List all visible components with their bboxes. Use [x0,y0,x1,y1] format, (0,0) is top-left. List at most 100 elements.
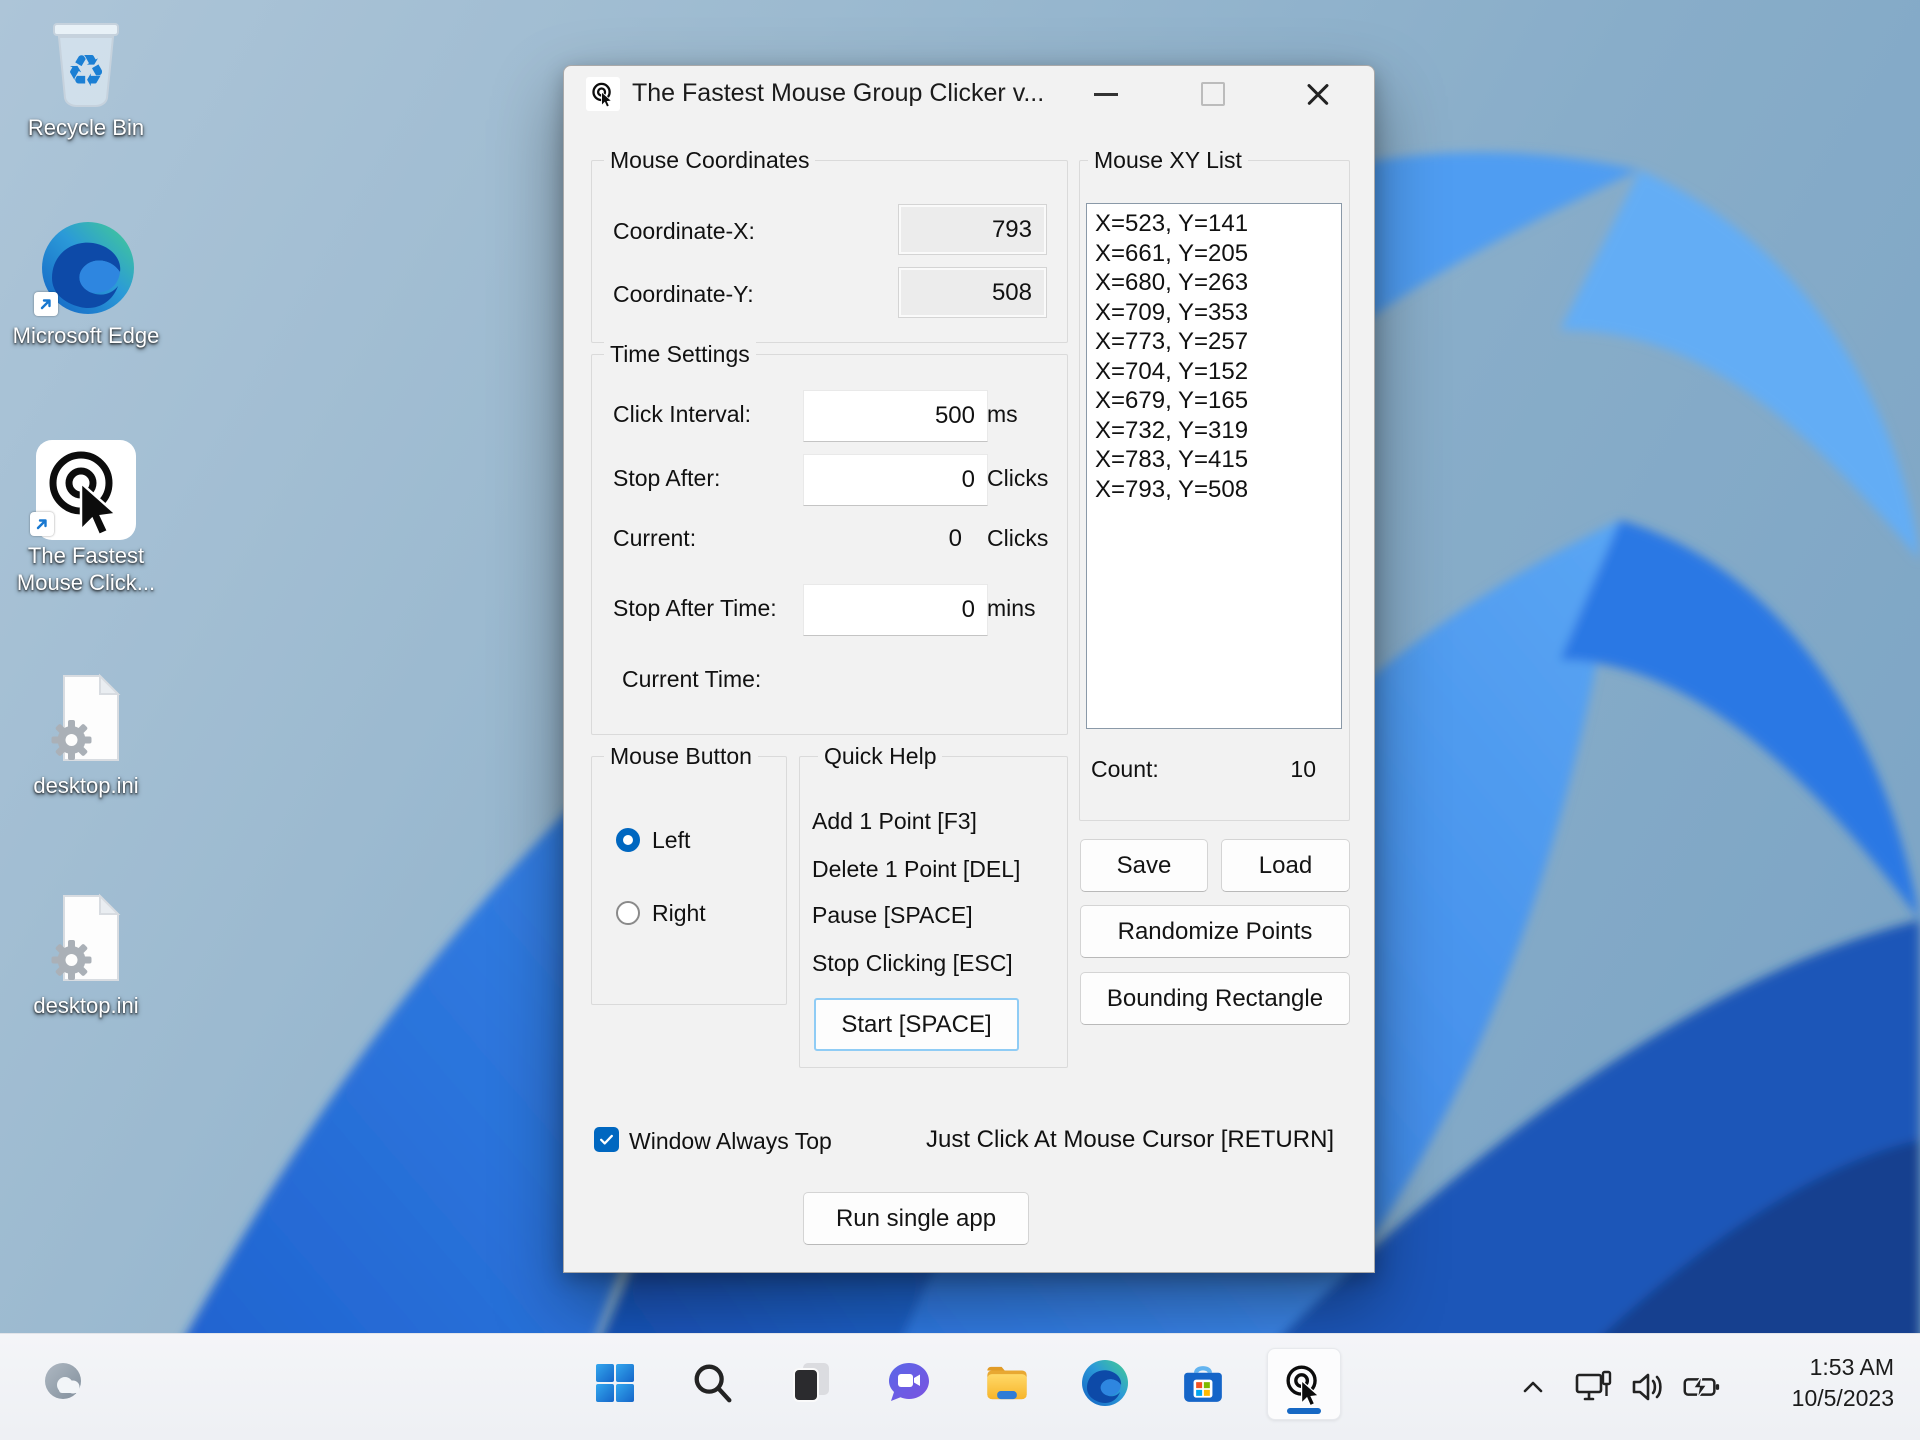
click-interval-unit: ms [987,401,1018,427]
desktop-icon-label: Recycle Bin [27,115,145,140]
list-item[interactable]: X=704, Y=152 [1095,357,1341,387]
chevron-up-icon [1523,1381,1543,1393]
app-logo-icon [586,77,620,111]
mouse-clicker-taskbar-button[interactable] [1267,1348,1341,1420]
coordinate-x-label: Coordinate-X: [613,218,755,244]
list-item[interactable]: X=732, Y=319 [1095,416,1341,446]
run-single-app-button[interactable]: Run single app [803,1192,1029,1245]
list-item[interactable]: X=661, Y=205 [1095,239,1341,269]
desktop-icon-label: desktop.ini [33,993,139,1018]
battery-icon [1683,1375,1720,1399]
list-item[interactable]: X=523, Y=141 [1095,209,1341,239]
coordinate-y-label: Coordinate-Y: [613,281,754,307]
group-label: Mouse XY List [1088,147,1248,174]
list-item[interactable]: X=709, Y=353 [1095,298,1341,328]
group-label: Quick Help [818,743,943,770]
radio-right-label[interactable]: Right [652,900,706,927]
ini-file-icon [38,888,134,988]
close-button[interactable] [1295,74,1341,114]
desktop-icon-label: desktop.ini [33,773,139,798]
radio-left[interactable] [616,828,640,852]
window-always-top-label[interactable]: Window Always Top [629,1128,832,1155]
volume-icon [1632,1373,1662,1401]
widgets-button[interactable] [32,1348,96,1418]
tray-volume-button[interactable] [1626,1366,1668,1408]
radio-right[interactable] [616,901,640,925]
edge-button[interactable] [1073,1348,1137,1418]
load-button[interactable]: Load [1221,839,1350,892]
window-always-top-checkbox[interactable] [594,1127,619,1152]
edge-icon [34,218,134,318]
stop-after-label: Stop After: [613,465,721,491]
store-icon [1184,1366,1222,1402]
save-button[interactable]: Save [1080,839,1208,892]
stop-after-time-label: Stop After Time: [613,595,777,621]
desktop-icon-edge[interactable]: Microsoft Edge [10,218,162,349]
count-label: Count: [1091,756,1159,782]
tray-chevron-button[interactable] [1512,1366,1554,1408]
tray-date: 10/5/2023 [1791,1385,1894,1411]
bounding-rectangle-button[interactable]: Bounding Rectangle [1080,972,1350,1025]
current-label: Current: [613,525,697,551]
task-view-button[interactable] [779,1348,843,1418]
ini-file-icon [38,668,134,768]
shortcut-arrow-icon [34,292,58,316]
group-label: Time Settings [604,341,756,368]
shortcut-arrow-icon [30,512,54,536]
desktop-icon-ini-2[interactable]: desktop.ini [10,888,162,1019]
stop-after-time-unit: mins [987,595,1036,621]
tray-network-button[interactable] [1572,1366,1614,1408]
stop-after-input[interactable]: 0 [803,454,988,506]
count-value: 10 [1290,756,1316,782]
tray-battery-button[interactable] [1680,1366,1722,1408]
minimize-button[interactable] [1083,74,1129,114]
xy-listbox[interactable]: X=523, Y=141 X=661, Y=205 X=680, Y=263 X… [1086,203,1342,729]
chat-button[interactable] [877,1348,941,1418]
current-value: 0 [948,525,962,552]
list-item[interactable]: X=783, Y=415 [1095,445,1341,475]
maximize-button[interactable] [1190,74,1236,114]
click-interval-input[interactable]: 500 [803,390,988,442]
recycle-bin-icon: ♻ [38,10,134,110]
help-line: Stop Clicking [ESC] [812,950,1013,976]
radio-left-label[interactable]: Left [652,827,690,854]
app-window: The Fastest Mouse Group Clicker v... Mou… [563,65,1375,1273]
edge-icon [1082,1360,1128,1406]
file-explorer-icon [987,1366,1027,1400]
search-icon [694,1364,732,1403]
help-line: Pause [SPACE] [812,902,973,928]
group-label: Mouse Coordinates [604,147,816,174]
mouse-clicker-icon [30,438,138,540]
desktop-icon-ini-1[interactable]: desktop.ini [10,668,162,799]
coordinate-y-value: 508 [899,268,1046,317]
list-item[interactable]: X=680, Y=263 [1095,268,1341,298]
minimize-icon [1094,92,1118,96]
list-item[interactable]: X=773, Y=257 [1095,327,1341,357]
help-line: Add 1 Point [F3] [812,808,977,834]
taskbar-clock[interactable]: 1:53 AM 10/5/2023 [1792,1352,1894,1414]
titlebar[interactable]: The Fastest Mouse Group Clicker v... [564,66,1374,122]
store-button[interactable] [1171,1348,1235,1418]
search-button[interactable] [681,1348,745,1418]
desktop-icon-recycle-bin[interactable]: ♻ Recycle Bin [10,10,162,141]
stop-after-time-input[interactable]: 0 [803,584,988,636]
active-app-indicator [1287,1408,1321,1414]
svg-text:♻: ♻ [66,46,105,97]
start-button-taskbar[interactable] [583,1348,647,1418]
window-title: The Fastest Mouse Group Clicker v... [632,79,1045,107]
mouse-clicker-icon [1286,1365,1320,1407]
check-icon [600,1134,613,1145]
start-button[interactable]: Start [SPACE] [814,998,1019,1051]
chat-icon [889,1363,929,1401]
start-icon [596,1364,634,1402]
group-label: Mouse Button [604,743,758,770]
desktop-icon-label: Microsoft Edge [12,323,160,348]
desktop-icon-label: The Fastest Mouse Click... [16,543,156,595]
list-item[interactable]: X=679, Y=165 [1095,386,1341,416]
coordinate-x-value: 793 [899,205,1046,254]
file-explorer-button[interactable] [975,1348,1039,1418]
desktop-icon-mouse-clicker[interactable]: The Fastest Mouse Click... [10,438,162,596]
list-item[interactable]: X=793, Y=508 [1095,475,1341,505]
group-mouse-button: Mouse Button [591,743,787,1005]
randomize-points-button[interactable]: Randomize Points [1080,905,1350,958]
